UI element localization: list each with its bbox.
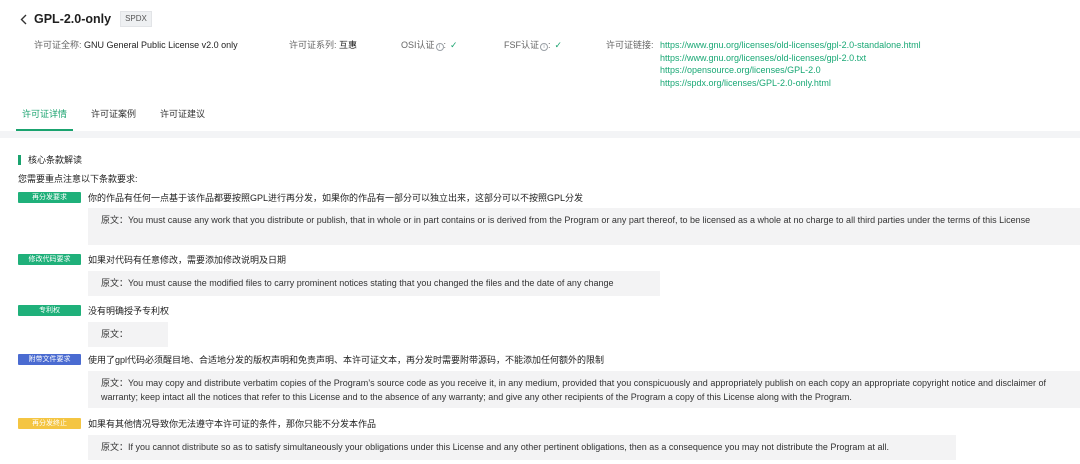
clause-item: 再分发终止 如果有其他情况导致你无法遵守本许可证的条件，那你只能不分发本作品 [18, 417, 376, 430]
license-link[interactable]: https://opensource.org/licenses/GPL-2.0 [660, 64, 921, 77]
clause-text: 你的作品有任何一点基于该作品都要按照GPL进行再分发，如果你的作品有一部分可以独… [88, 193, 584, 203]
tab-license-details[interactable]: 许可证详情 [10, 104, 79, 131]
clause-quote: 原文： [88, 322, 168, 347]
clause-quote: 原文：You may copy and distribute verbatim … [88, 371, 1080, 408]
clause-tag: 附带文件要求 [18, 354, 81, 365]
check-icon: ✓ [554, 40, 563, 50]
title-row: GPL-2.0-only SPDX [18, 11, 152, 27]
clause-quote: 原文：You must cause any work that you dist… [88, 208, 1080, 245]
links-field: 许可证链接: [606, 39, 654, 51]
license-title: GPL-2.0-only [34, 12, 112, 26]
full-name-field: 许可证全称: GNU General Public License v2.0 o… [34, 39, 238, 51]
info-icon[interactable]: i [540, 43, 548, 51]
osi-label: OSI认证 [401, 40, 435, 50]
clause-item: 附带文件要求 使用了gpl代码必须醒目地、合适地分发的版权声明和免责声明、本许可… [18, 353, 604, 366]
links-label: 许可证链接: [606, 40, 654, 50]
fsf-label: FSF认证 [504, 40, 539, 50]
clause-text: 没有明确授予专利权 [88, 306, 170, 316]
clause-item: 再分发要求 你的作品有任何一点基于该作品都要按照GPL进行再分发，如果你的作品有… [18, 191, 583, 204]
clause-text: 如果对代码有任意修改，需要添加修改说明及日期 [88, 255, 287, 265]
tab-bar: 许可证详情 许可证案例 许可证建议 [10, 104, 217, 131]
license-links: https://www.gnu.org/licenses/old-license… [660, 39, 921, 90]
series-field: 许可证系列: 互惠 [289, 39, 357, 51]
license-details-panel: 核心条款解读 您需要重点注意以下条款要求: 再分发要求 你的作品有任何一点基于该… [0, 138, 1080, 464]
chevron-left-icon[interactable] [18, 11, 28, 27]
license-link[interactable]: https://spdx.org/licenses/GPL-2.0-only.h… [660, 77, 921, 90]
license-header: GPL-2.0-only SPDX 许可证全称: GNU General Pub… [0, 0, 1080, 131]
license-link[interactable]: https://www.gnu.org/licenses/old-license… [660, 52, 921, 65]
clause-quote: 原文：You must cause the modified files to … [88, 271, 660, 296]
series-label: 许可证系列: [289, 40, 337, 50]
clause-item: 专利权 没有明确授予专利权 [18, 304, 169, 317]
check-icon: ✓ [450, 40, 458, 50]
tab-license-cases[interactable]: 许可证案例 [79, 104, 148, 131]
clause-tag: 修改代码要求 [18, 254, 81, 265]
full-name-label: 许可证全称: [34, 40, 82, 50]
section-title: 核心条款解读 [28, 155, 83, 165]
clause-text: 使用了gpl代码必须醒目地、合适地分发的版权声明和免责声明、本许可证文本，再分发… [88, 355, 605, 365]
section-heading: 核心条款解读 [18, 153, 82, 166]
clause-text: 如果有其他情况导致你无法遵守本许可证的条件，那你只能不分发本作品 [88, 419, 377, 429]
clause-quote: 原文：If you cannot distribute so as to sat… [88, 435, 956, 460]
info-icon[interactable]: i [435, 43, 444, 51]
fsf-field: FSF认证 i: ✓ [504, 40, 563, 51]
section-intro: 您需要重点注意以下条款要求: [18, 174, 138, 184]
clause-item: 修改代码要求 如果对代码有任意修改，需要添加修改说明及日期 [18, 253, 286, 266]
tab-license-suggestions[interactable]: 许可证建议 [148, 104, 217, 131]
clause-tag: 再分发要求 [18, 192, 81, 203]
full-name-value: GNU General Public License v2.0 only [84, 40, 238, 50]
license-link[interactable]: https://www.gnu.org/licenses/old-license… [660, 39, 921, 52]
series-value: 互惠 [339, 40, 358, 50]
clause-tag: 专利权 [18, 305, 81, 316]
osi-field: OSI认证 i: ✓ [401, 40, 458, 51]
clause-tag: 再分发终止 [18, 418, 81, 429]
section-accent-bar [18, 154, 21, 165]
spdx-badge: SPDX [120, 11, 152, 27]
